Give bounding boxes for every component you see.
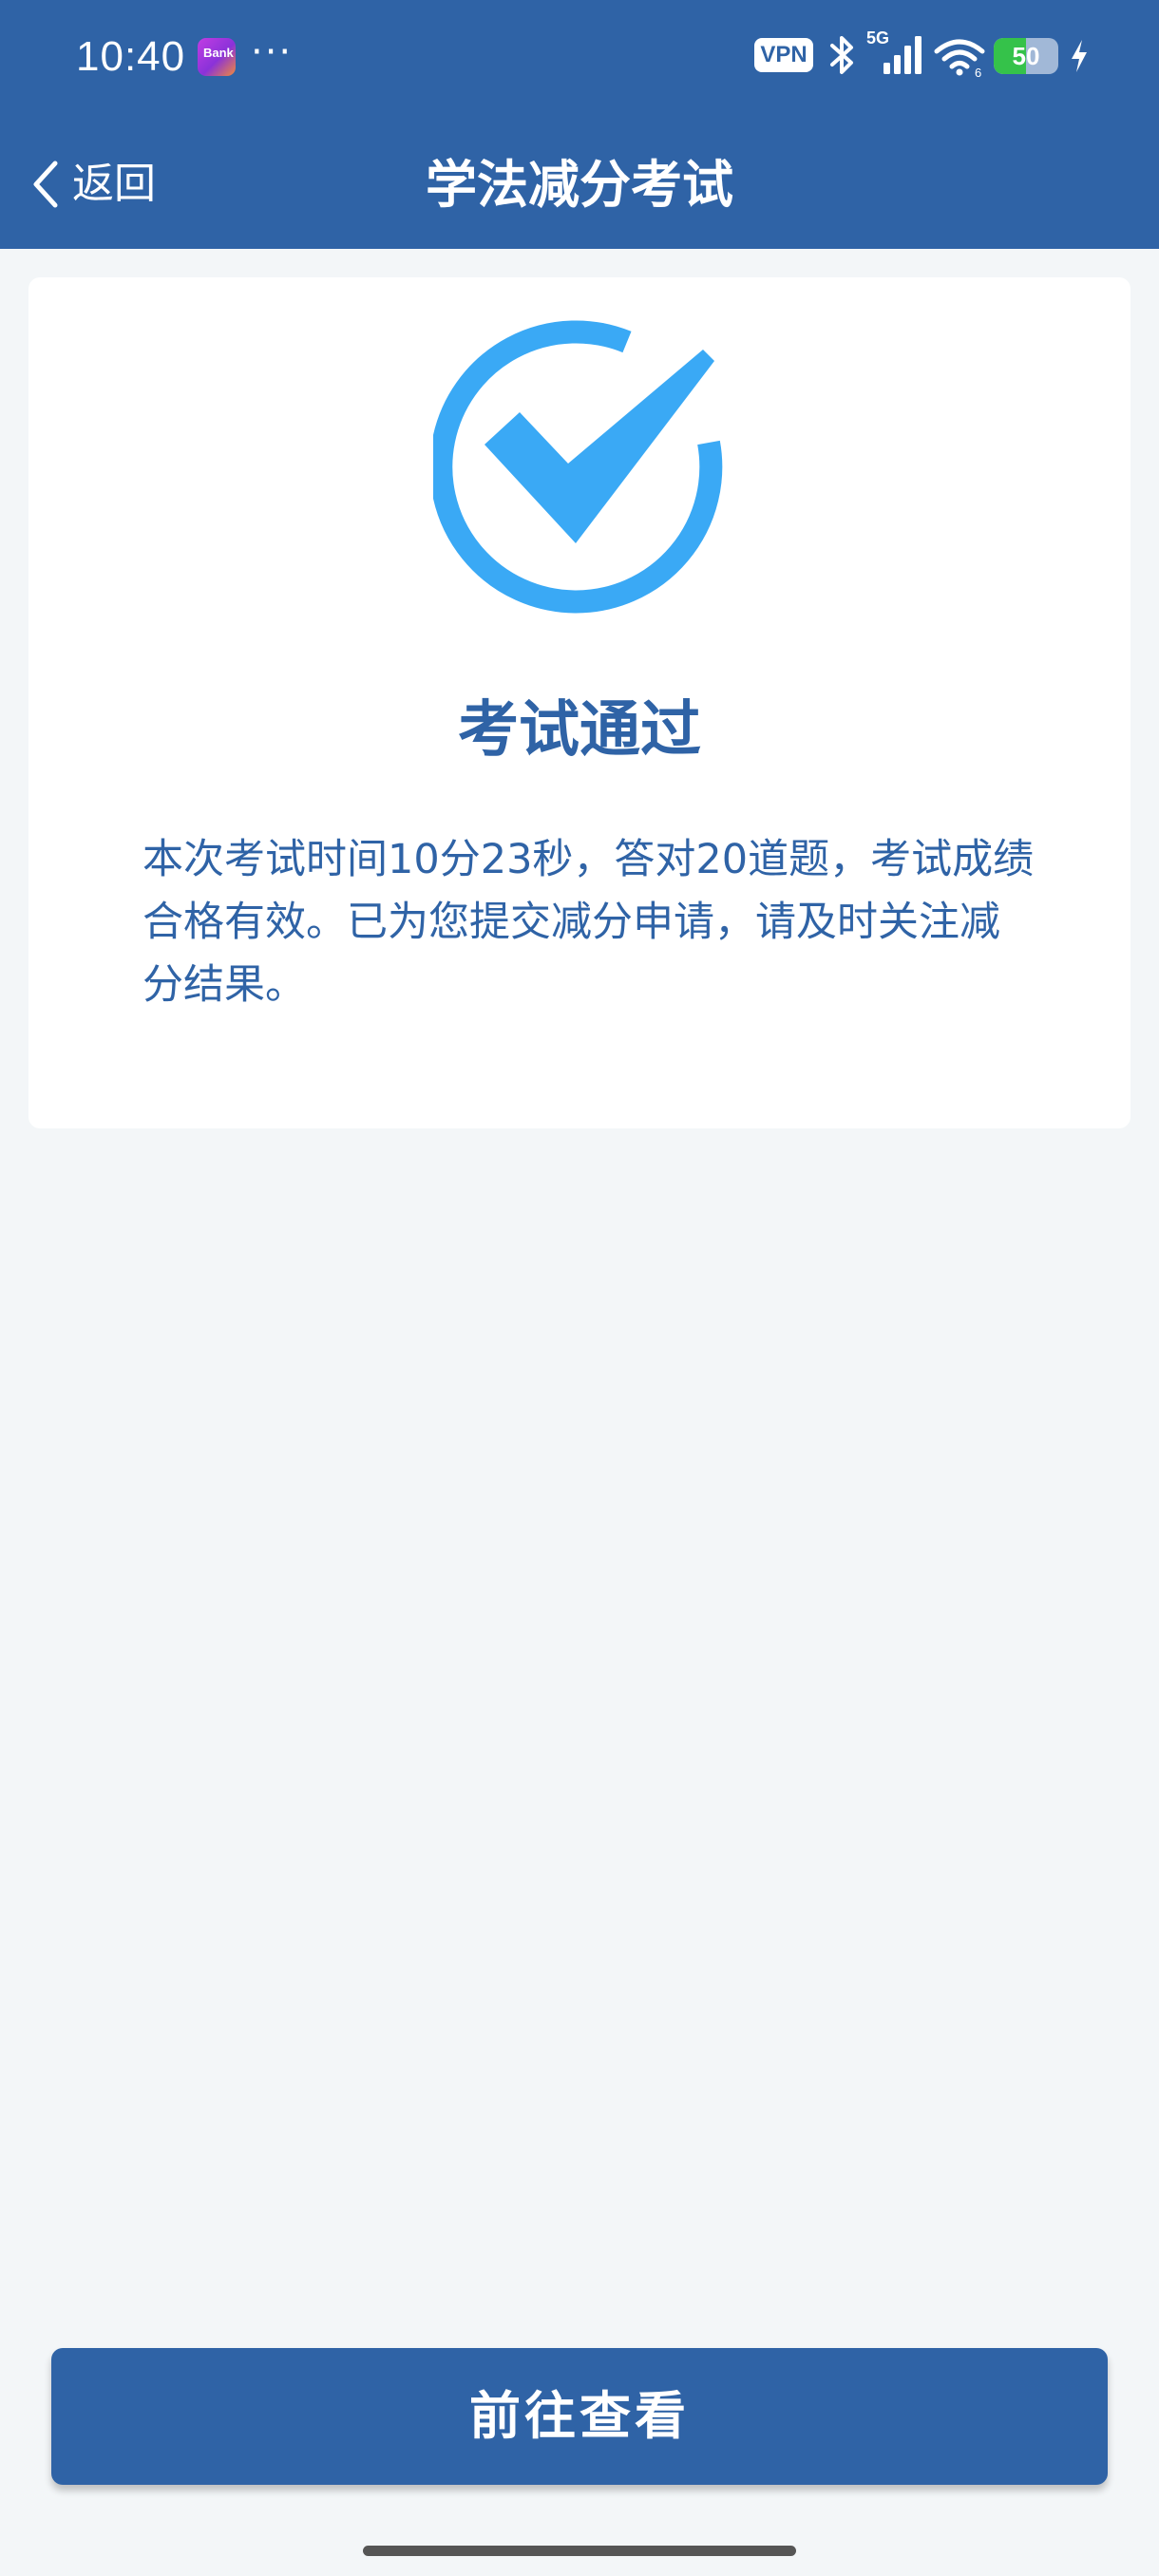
bluetooth-icon bbox=[830, 36, 853, 74]
cellular-signal-icon bbox=[884, 36, 922, 74]
page-title: 学法减分考试 bbox=[426, 155, 733, 215]
app-badge-text: Bank bbox=[203, 46, 234, 60]
battery-indicator: 50 bbox=[994, 38, 1058, 74]
wifi-icon: 6 bbox=[934, 39, 985, 78]
vpn-badge: VPN bbox=[754, 38, 813, 72]
battery-percent: 50 bbox=[1012, 42, 1040, 70]
charging-icon bbox=[1072, 40, 1087, 72]
app-notification-icon: Bank bbox=[198, 38, 236, 76]
wifi-level-label: 6 bbox=[975, 66, 981, 78]
status-bar: 10:40 Bank ··· VPN 5G 6 50 bbox=[0, 0, 1159, 114]
app-header: 10:40 Bank ··· VPN 5G 6 50 返回 学法减分考试 bbox=[0, 0, 1159, 249]
result-title: 考试通过 bbox=[458, 695, 701, 766]
check-circle-icon bbox=[433, 320, 723, 614]
status-time: 10:40 bbox=[76, 33, 186, 80]
more-notifications-icon: ··· bbox=[251, 30, 294, 74]
home-indicator[interactable] bbox=[363, 2546, 796, 2556]
view-details-button[interactable]: 前往查看 bbox=[51, 2348, 1108, 2485]
result-card: 考试通过 本次考试时间10分23秒，答对20道题，考试成绩合格有效。已为您提交减… bbox=[28, 277, 1130, 1128]
result-description: 本次考试时间10分23秒，答对20道题，考试成绩合格有效。已为您提交减分申请，请… bbox=[142, 836, 1035, 1009]
